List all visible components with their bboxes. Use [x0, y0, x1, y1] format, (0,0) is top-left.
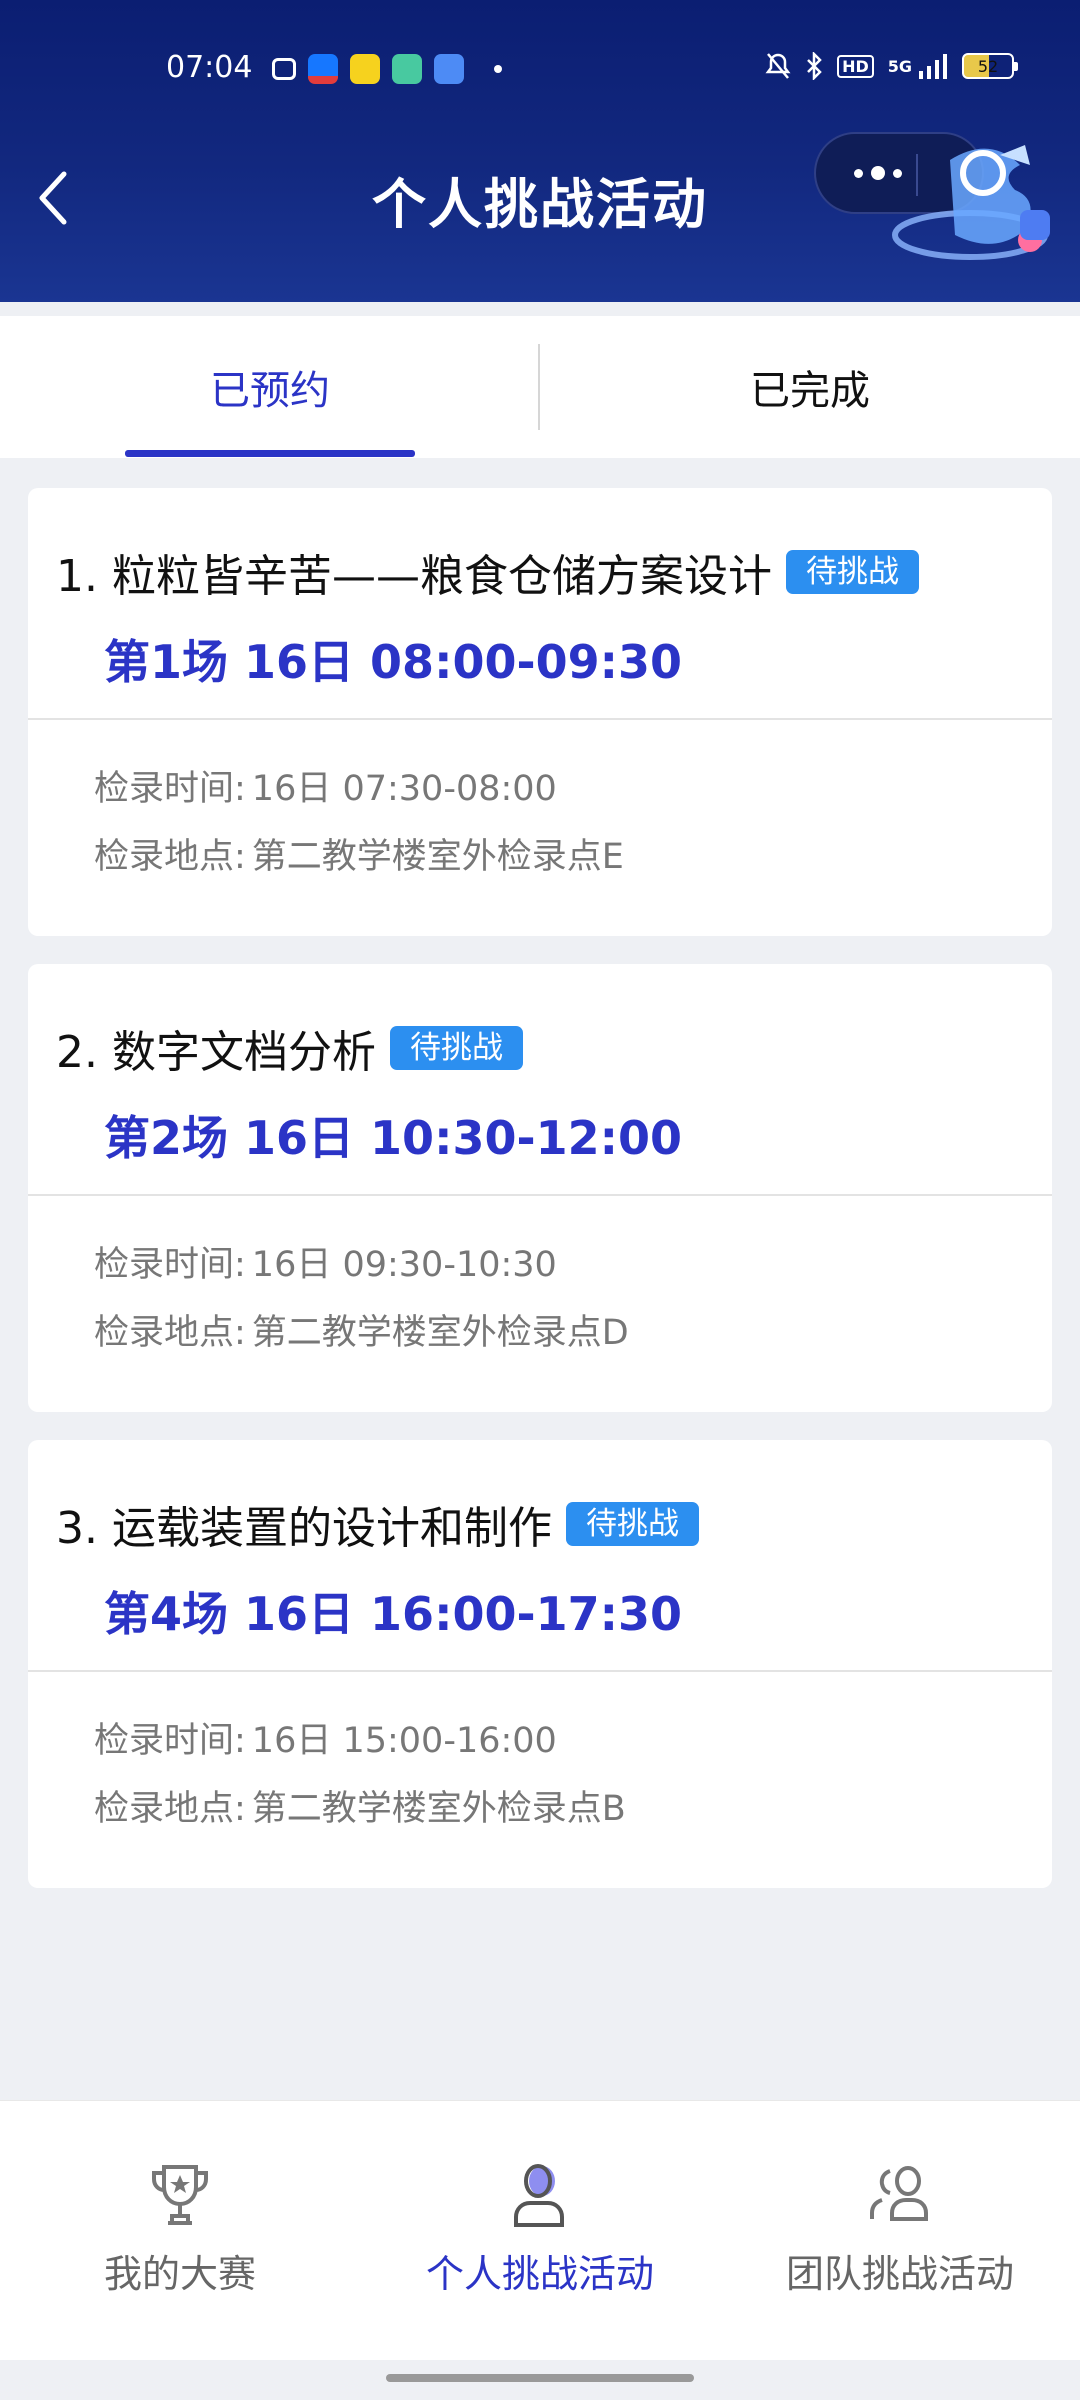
- tab-completed[interactable]: 已完成: [540, 316, 1080, 458]
- checkin-place-value: 第二教学楼室外检录点B: [251, 1789, 626, 1829]
- person-icon: [514, 2164, 564, 2227]
- tab-completed-label: 已完成: [750, 368, 870, 414]
- more-notifications-dot-icon: [494, 65, 502, 73]
- home-indicator[interactable]: [386, 2374, 694, 2382]
- card-divider: [28, 1194, 1052, 1196]
- checkin-place-value: 第二教学楼室外检录点D: [251, 1313, 629, 1353]
- status-badge: 待挑战: [565, 1502, 699, 1546]
- status-badge: 待挑战: [389, 1026, 523, 1070]
- hd-indicator: HD: [837, 54, 874, 78]
- tab-reserved-label: 已预约: [210, 368, 330, 414]
- activity-title-row: 3. 运载装置的设计和制作 待挑战: [56, 1492, 699, 1556]
- activity-title: 2. 数字文档分析: [56, 1027, 376, 1078]
- checkin-place-row: 检录地点: 第二教学楼室外检录点D: [94, 1304, 629, 1355]
- checkin-place-row: 检录地点: 第二教学楼室外检录点B: [94, 1780, 626, 1831]
- nav-my-competition-label: 我的大赛: [103, 2252, 256, 2296]
- status-time: 07:04: [166, 50, 253, 85]
- activity-title: 3. 运载装置的设计和制作: [56, 1503, 552, 1554]
- battery-icon: 52: [962, 53, 1018, 79]
- nav-personal-challenge[interactable]: 个人挑战活动: [360, 2101, 720, 2361]
- tab-bar: 已预约 已完成: [0, 316, 1080, 458]
- card-divider: [28, 1670, 1052, 1672]
- activity-title: 1. 粒粒皆辛苦——粮食仓储方案设计: [56, 551, 772, 602]
- bottom-nav: 我的大赛 个人挑战活动 团队挑战活动: [0, 2100, 1080, 2360]
- tab-reserved[interactable]: 已预约: [0, 316, 540, 458]
- activity-title-row: 2. 数字文档分析 待挑战: [56, 1016, 523, 1080]
- status-app-icons: [272, 54, 502, 84]
- status-bar: 07:04 HD 5G 52: [0, 40, 1080, 100]
- status-right: HD 5G 52: [765, 52, 1018, 80]
- activity-card[interactable]: 1. 粒粒皆辛苦——粮食仓储方案设计 待挑战 第1场 16日 08:00-09:…: [28, 488, 1052, 936]
- trophy-icon: [152, 2165, 208, 2225]
- checkin-place-label: 检录地点:: [94, 837, 246, 877]
- bell-muted-icon: [765, 53, 791, 79]
- activity-card[interactable]: 2. 数字文档分析 待挑战 第2场 16日 10:30-12:00 检录时间: 1…: [28, 964, 1052, 1412]
- status-badge: 待挑战: [785, 550, 919, 594]
- session-time: 第4场 16日 16:00-17:30: [104, 1587, 682, 1641]
- green-app-icon: [392, 54, 422, 84]
- yellow-app-icon: [350, 54, 380, 84]
- header: 07:04 HD 5G 52 个人挑战活动: [0, 0, 1080, 302]
- bluetooth-icon: [807, 52, 822, 80]
- nav-personal-challenge-label: 个人挑战活动: [425, 2252, 654, 2296]
- signal-icon: [919, 54, 947, 79]
- checkin-place-label: 检录地点:: [94, 1789, 246, 1829]
- checkin-time-row: 检录时间: 16日 07:30-08:00: [94, 760, 557, 811]
- checkin-place-row: 检录地点: 第二教学楼室外检录点E: [94, 828, 624, 879]
- checkin-place-value: 第二教学楼室外检录点E: [251, 837, 624, 877]
- activity-card[interactable]: 3. 运载装置的设计和制作 待挑战 第4场 16日 16:00-17:30 检录…: [28, 1440, 1052, 1888]
- checkin-time-row: 检录时间: 16日 15:00-16:00: [94, 1712, 557, 1763]
- session-time: 第1场 16日 08:00-09:30: [104, 635, 682, 689]
- team-icon: [870, 2166, 928, 2221]
- checkin-time-label: 检录时间:: [94, 1721, 246, 1761]
- checkin-time-value: 16日 09:30-10:30: [251, 1245, 557, 1285]
- active-tab-indicator: [125, 450, 415, 457]
- blue-app-icon: [434, 54, 464, 84]
- nav-team-challenge-label: 团队挑战活动: [785, 2252, 1014, 2296]
- checkin-time-label: 检录时间:: [94, 769, 246, 809]
- session-time: 第2场 16日 10:30-12:00: [104, 1111, 682, 1165]
- checkin-time-label: 检录时间:: [94, 1245, 246, 1285]
- checkin-time-row: 检录时间: 16日 09:30-10:30: [94, 1236, 557, 1287]
- close-mini-program-icon[interactable]: [960, 150, 1006, 196]
- nav-team-challenge[interactable]: 团队挑战活动: [720, 2101, 1080, 2361]
- network-indicator: 5G: [887, 56, 912, 76]
- activity-title-row: 1. 粒粒皆辛苦——粮食仓储方案设计 待挑战: [56, 540, 919, 604]
- checkin-time-value: 16日 07:30-08:00: [251, 769, 557, 809]
- nav-my-competition[interactable]: 我的大赛: [0, 2101, 360, 2361]
- card-divider: [28, 718, 1052, 720]
- checkin-place-label: 检录地点:: [94, 1313, 246, 1353]
- checkin-time-value: 16日 15:00-16:00: [251, 1721, 557, 1761]
- tv-app-icon: [272, 58, 296, 80]
- alipay-app-icon: [308, 54, 338, 84]
